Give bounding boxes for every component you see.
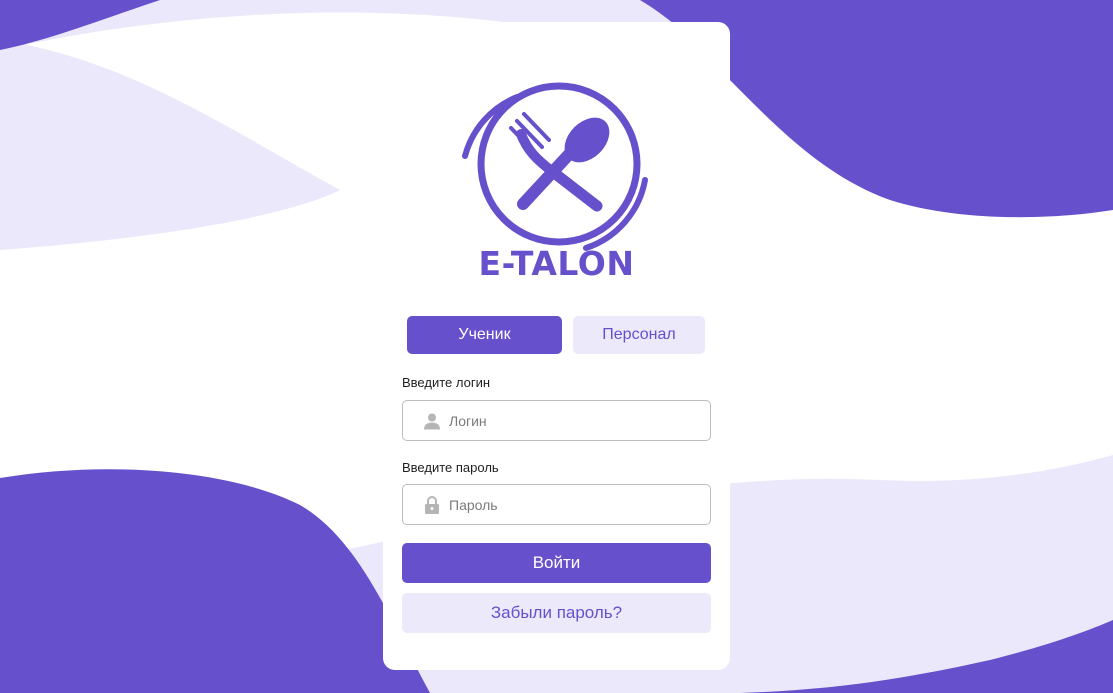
- tab-student[interactable]: Ученик: [407, 316, 562, 354]
- tab-staff[interactable]: Персонал: [573, 316, 705, 354]
- password-label: Введите пароль: [402, 460, 499, 475]
- logo-plate-fork-spoon-icon: [462, 82, 648, 251]
- forgot-password-button[interactable]: Забыли пароль?: [402, 593, 711, 633]
- user-icon: [421, 410, 443, 432]
- login-label: Введите логин: [402, 375, 491, 390]
- login-field[interactable]: [402, 400, 711, 441]
- password-field[interactable]: [402, 484, 711, 525]
- login-button[interactable]: Войти: [402, 543, 711, 583]
- login-card: E-TALON Ученик Персонал Введите логин Вв…: [383, 22, 730, 670]
- lock-icon: [421, 494, 443, 516]
- login-input[interactable]: [449, 405, 689, 436]
- password-input[interactable]: [449, 489, 689, 520]
- app-brand-name: E-TALON: [478, 244, 635, 283]
